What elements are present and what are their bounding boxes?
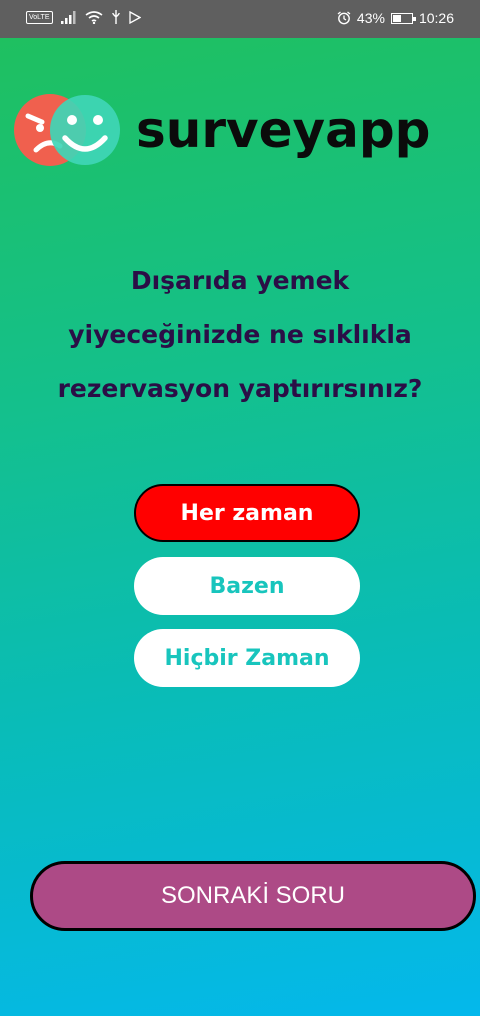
question-line: rezervasyon yaptırırsınız? bbox=[57, 374, 423, 403]
battery-icon bbox=[390, 12, 416, 24]
question-line: Dışarıda yemek bbox=[130, 266, 350, 295]
status-bar-left: VoLTE bbox=[26, 10, 141, 24]
volte-icon: VoLTE bbox=[26, 10, 53, 24]
alarm-icon bbox=[337, 11, 351, 25]
battery-percent: 43% bbox=[356, 10, 385, 26]
question-text: Dışarıda yemek yiyeceğinizde ne sıklıkla… bbox=[20, 254, 460, 416]
survey-screen: surveyapp Dışarıda yemek yiyeceğinizde n… bbox=[0, 38, 480, 1016]
option-hicbir-zaman-button[interactable]: Hiçbir Zaman bbox=[134, 629, 360, 687]
clock: 10:26 bbox=[418, 10, 454, 26]
happy-face-icon bbox=[50, 95, 120, 165]
option-bazen-button[interactable]: Bazen bbox=[134, 557, 360, 615]
usb-icon bbox=[111, 10, 120, 24]
status-bar-right: 43% 10:26 bbox=[337, 10, 454, 26]
signal-icon bbox=[60, 10, 75, 24]
battery-fill bbox=[392, 14, 401, 22]
angry-and-happy-faces-logo bbox=[14, 94, 120, 166]
wifi-icon bbox=[85, 10, 102, 24]
status-bar: VoLTE 43% 10:26 bbox=[0, 0, 480, 38]
question-line: yiyeceğinizde ne sıklıkla bbox=[68, 320, 412, 349]
play-store-icon bbox=[128, 10, 141, 24]
app-name: surveyapp bbox=[136, 101, 431, 159]
next-question-button[interactable]: SONRAKİ SORU bbox=[30, 861, 476, 931]
option-her-zaman-button[interactable]: Her zaman bbox=[134, 484, 360, 542]
